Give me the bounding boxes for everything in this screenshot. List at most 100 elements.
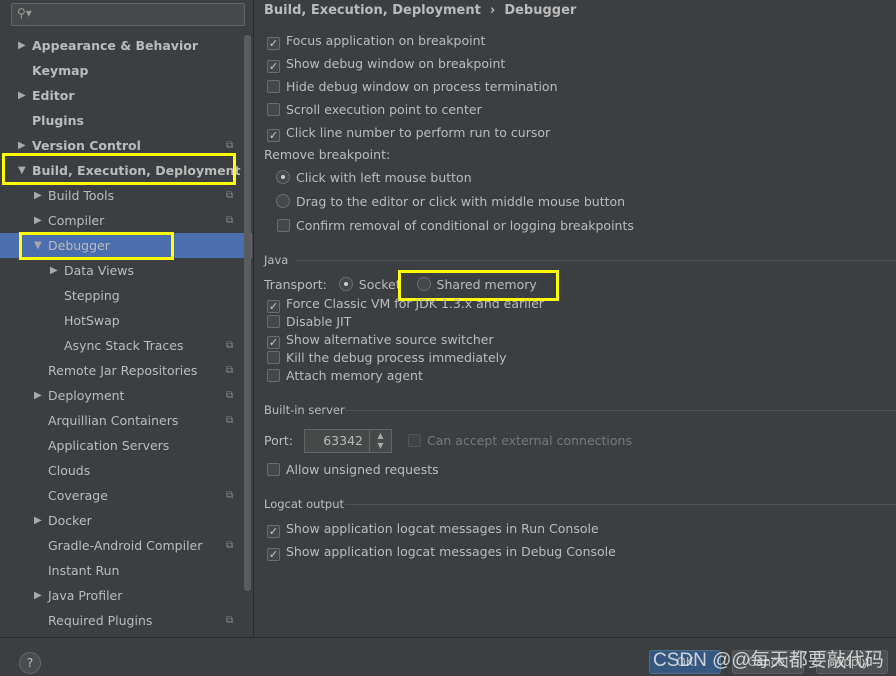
sidebar-item-label: Compiler bbox=[48, 213, 105, 228]
sidebar-item-label: Docker bbox=[48, 513, 92, 528]
radio-drag[interactable]: Drag to the editor or click with middle … bbox=[276, 192, 625, 212]
sidebar-item-label: HotSwap bbox=[64, 313, 120, 328]
checkbox-checked[interactable]: ✓ bbox=[267, 129, 280, 142]
chevron-right-icon[interactable]: ▶ bbox=[18, 83, 26, 108]
checkbox[interactable] bbox=[267, 351, 280, 364]
sidebar-item[interactable]: Coverage ⧉ bbox=[0, 483, 252, 508]
checkbox-row[interactable]: ✓ Force Classic VM for JDK 1.3.x and earl… bbox=[267, 294, 544, 314]
breadcrumb: Build, Execution, Deployment › Debugger bbox=[264, 3, 576, 18]
checkbox-row[interactable]: Scroll execution point to center bbox=[267, 100, 482, 120]
checkbox-checked[interactable]: ✓ bbox=[267, 37, 280, 50]
sidebar-item[interactable]: ▶ Appearance & Behavior bbox=[0, 33, 252, 58]
sidebar-item[interactable]: Remote Jar Repositories ⧉ bbox=[0, 358, 252, 383]
sidebar-item-label: Async Stack Traces bbox=[64, 338, 184, 353]
chevron-right-icon[interactable]: ▶ bbox=[34, 208, 42, 233]
radio-button[interactable] bbox=[276, 170, 290, 184]
checkbox-row[interactable]: ✓ Focus application on breakpoint bbox=[267, 31, 485, 51]
sidebar-item[interactable]: Application Servers bbox=[0, 433, 252, 458]
sidebar-item[interactable]: Async Stack Traces ⧉ bbox=[0, 333, 252, 358]
checkbox-row[interactable]: Attach memory agent bbox=[267, 366, 423, 386]
checkbox-label: Scroll execution point to center bbox=[286, 102, 482, 117]
sidebar-item[interactable]: Instant Run bbox=[0, 558, 252, 583]
sidebar-item-label: Keymap bbox=[32, 63, 89, 78]
checkbox[interactable] bbox=[267, 369, 280, 382]
sidebar-item[interactable]: Arquillian Containers ⧉ bbox=[0, 408, 252, 433]
sidebar-item[interactable]: Gradle-Android Compiler ⧉ bbox=[0, 533, 252, 558]
checkbox-label: Force Classic VM for JDK 1.3.x and earli… bbox=[286, 296, 544, 311]
unsigned-requests-checkbox[interactable]: Allow unsigned requests bbox=[267, 460, 439, 480]
sidebar-item-label: Stepping bbox=[64, 288, 120, 303]
chevron-right-icon[interactable]: ▶ bbox=[34, 183, 42, 208]
divider bbox=[345, 504, 896, 505]
checkbox[interactable] bbox=[277, 219, 290, 232]
checkbox-label: Show alternative source switcher bbox=[286, 332, 494, 347]
help-button[interactable]: ? bbox=[19, 652, 41, 674]
radio-button[interactable] bbox=[276, 194, 290, 208]
checkbox-label: Show debug window on breakpoint bbox=[286, 56, 506, 71]
highlight-box bbox=[2, 153, 236, 185]
radio-label: Drag to the editor or click with middle … bbox=[296, 194, 626, 209]
checkbox-row[interactable]: ✓ Show application logcat messages in Run… bbox=[267, 519, 599, 539]
sidebar-item[interactable]: ▶ Build Tools ⧉ bbox=[0, 183, 252, 208]
radio-label: Click with left mouse button bbox=[296, 170, 472, 185]
sidebar-scrollbar[interactable] bbox=[244, 35, 251, 591]
radio-left-click[interactable]: Click with left mouse button bbox=[276, 168, 472, 188]
sidebar-item-label: Editor bbox=[32, 88, 75, 103]
search-input[interactable]: ⚲▾ bbox=[11, 3, 245, 26]
checkbox-label: Disable JIT bbox=[286, 314, 352, 329]
radio-socket[interactable] bbox=[338, 277, 353, 291]
highlight-box bbox=[19, 232, 174, 260]
checkbox-label: Show application logcat messages in Run … bbox=[286, 521, 599, 536]
port-value[interactable]: 63342 bbox=[323, 433, 363, 448]
checkbox[interactable] bbox=[267, 80, 280, 93]
port-spinner[interactable]: 63342 ▲ ▼ bbox=[304, 429, 392, 453]
checkbox-row[interactable]: ✓ Show debug window on breakpoint bbox=[267, 54, 505, 74]
project-settings-icon: ⧉ bbox=[226, 215, 234, 226]
sidebar-item[interactable]: Stepping bbox=[0, 283, 252, 308]
sidebar-item[interactable]: ▶ Editor bbox=[0, 83, 252, 108]
sidebar-item[interactable]: ▶ Data Views bbox=[0, 258, 252, 283]
sidebar-item[interactable]: ▶ Java Profiler bbox=[0, 583, 252, 608]
chevron-right-icon[interactable]: ▶ bbox=[34, 583, 42, 608]
checkbox-row[interactable]: ✓ Show alternative source switcher bbox=[267, 330, 494, 350]
sidebar-item-label: Deployment bbox=[48, 388, 125, 403]
breadcrumb-parent[interactable]: Build, Execution, Deployment bbox=[264, 3, 481, 18]
confirm-removal-checkbox[interactable]: Confirm removal of conditional or loggin… bbox=[277, 216, 634, 236]
checkbox-row[interactable]: Hide debug window on process termination bbox=[267, 77, 558, 97]
spinner-arrows-icon[interactable]: ▲ ▼ bbox=[369, 430, 391, 452]
chevron-right-icon[interactable]: ▶ bbox=[34, 383, 42, 408]
checkbox-row[interactable]: Disable JIT bbox=[267, 312, 351, 332]
sidebar-item[interactable]: Plugins bbox=[0, 108, 252, 133]
checkbox-row[interactable]: ✓ Show application logcat messages in Deb… bbox=[267, 542, 616, 562]
sidebar-item[interactable]: ▶ Docker bbox=[0, 508, 252, 533]
checkbox[interactable] bbox=[267, 463, 280, 476]
chevron-right-icon[interactable]: ▶ bbox=[18, 33, 26, 58]
section-built-in-server: Built-in server bbox=[264, 403, 345, 417]
checkbox-checked[interactable]: ✓ bbox=[267, 548, 280, 561]
checkbox-row[interactable]: Kill the debug process immediately bbox=[267, 348, 507, 368]
debugger-settings-panel: Build, Execution, Deployment › Debugger … bbox=[255, 0, 896, 637]
divider bbox=[345, 410, 896, 411]
sidebar-item-label: Application Servers bbox=[48, 438, 170, 453]
checkbox-checked[interactable]: ✓ bbox=[267, 525, 280, 538]
sidebar-item[interactable]: ▶ Compiler ⧉ bbox=[0, 208, 252, 233]
checkbox[interactable] bbox=[267, 315, 280, 328]
sidebar-item[interactable]: Keymap bbox=[0, 58, 252, 83]
project-settings-icon: ⧉ bbox=[226, 365, 234, 376]
sidebar-item-label: Clouds bbox=[48, 463, 91, 478]
external-connections-checkbox[interactable]: Can accept external connections bbox=[408, 431, 632, 451]
checkbox[interactable] bbox=[267, 103, 280, 116]
checkbox-checked[interactable]: ✓ bbox=[267, 60, 280, 73]
sidebar-item[interactable]: ▶ Deployment ⧉ bbox=[0, 383, 252, 408]
checkbox-label: Kill the debug process immediately bbox=[286, 350, 507, 365]
checkbox[interactable] bbox=[408, 434, 421, 447]
chevron-right-icon[interactable]: ▶ bbox=[50, 258, 58, 283]
checkbox-row[interactable]: ✓ Click line number to perform run to cur… bbox=[267, 123, 550, 143]
chevron-right-icon[interactable]: ▶ bbox=[34, 508, 42, 533]
sidebar-item[interactable]: Required Plugins ⧉ bbox=[0, 608, 252, 633]
breadcrumb-current: Debugger bbox=[504, 3, 577, 18]
sidebar-item[interactable]: Clouds bbox=[0, 458, 252, 483]
sidebar-item-label: Coverage bbox=[48, 488, 108, 503]
sidebar-item[interactable]: HotSwap bbox=[0, 308, 252, 333]
sidebar-item-label: Remote Jar Repositories bbox=[48, 363, 198, 378]
